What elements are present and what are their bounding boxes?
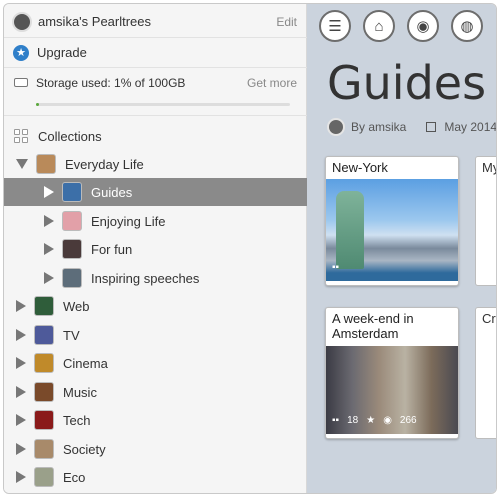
tree-item-society[interactable]: Society xyxy=(4,435,307,463)
collections-header[interactable]: Collections xyxy=(4,122,307,150)
tree-item-eco[interactable]: Eco xyxy=(4,463,307,491)
card-footer-icons: ▪▪ 18 ★ ◉ 266 xyxy=(332,415,417,426)
tree-item-web[interactable]: Web xyxy=(4,292,307,320)
tree-item-guides[interactable]: Guides xyxy=(4,178,307,206)
top-nav: ☰ ⌂ ◉ ◍ xyxy=(319,10,483,42)
thumbnail xyxy=(62,268,82,288)
tree-item-label: Cinema xyxy=(63,355,108,371)
pearl-grid-icon: ▪▪ xyxy=(332,415,340,426)
edit-button[interactable]: Edit xyxy=(276,15,297,29)
tree-item-label: Enjoying Life xyxy=(91,213,166,229)
chevron-right-icon[interactable] xyxy=(16,329,26,341)
byline: By amsika May 2014 xyxy=(327,118,497,136)
chevron-right-icon[interactable] xyxy=(44,215,54,227)
tree-item-for-fun[interactable]: For fun xyxy=(4,235,307,263)
tree-item-enjoying-life[interactable]: Enjoying Life xyxy=(4,207,307,235)
thumbnail xyxy=(34,325,54,345)
thumbnail xyxy=(34,410,54,430)
chevron-right-icon[interactable] xyxy=(16,357,26,369)
pearl-grid-icon: ▪▪ xyxy=(332,262,340,273)
thumbnail xyxy=(62,239,82,259)
avatar xyxy=(12,11,32,32)
card-title: New-York xyxy=(332,160,388,175)
tree-item-everyday-life[interactable]: Everyday Life xyxy=(4,150,307,178)
tree-item-label: For fun xyxy=(91,241,133,257)
storage-label: Storage used: 1% of 100GB xyxy=(36,76,186,90)
tree-item-label: Tech xyxy=(63,412,91,428)
statue-of-liberty-image xyxy=(336,191,364,269)
thumbnail xyxy=(34,467,54,487)
view-count: 266 xyxy=(399,415,417,426)
account-header[interactable]: amsika's Pearltrees Edit xyxy=(4,6,307,38)
collections-grid-icon xyxy=(14,129,28,143)
tree-item-label: Music xyxy=(63,384,97,400)
thumbnail xyxy=(34,353,54,373)
thumbnail xyxy=(62,182,82,202)
chevron-right-icon[interactable] xyxy=(44,272,54,284)
tree-item-label: TV xyxy=(63,327,80,343)
tree-item-cinema[interactable]: Cinema xyxy=(4,349,307,377)
tree-item-label: Everyday Life xyxy=(65,156,144,172)
chevron-right-icon[interactable] xyxy=(44,186,54,198)
card-title: Cr xyxy=(482,311,496,326)
pearl-count: 18 xyxy=(347,415,359,426)
chevron-right-icon[interactable] xyxy=(44,243,54,255)
chevron-down-icon[interactable] xyxy=(16,159,28,169)
chevron-right-icon[interactable] xyxy=(16,414,26,426)
get-more-link[interactable]: Get more xyxy=(247,76,297,90)
author-label[interactable]: By amsika xyxy=(351,120,406,134)
card-title: My xyxy=(482,160,496,175)
app-frame: amsika's Pearltrees Edit ★ Upgrade Stora… xyxy=(3,3,497,494)
tree-item-label: Guides xyxy=(91,184,133,200)
thumbnail xyxy=(34,382,54,402)
thumbnail xyxy=(36,154,56,174)
card-partial[interactable]: My xyxy=(475,156,496,286)
sidebar: amsika's Pearltrees Edit ★ Upgrade Stora… xyxy=(4,4,307,493)
upgrade-label: Upgrade xyxy=(37,45,87,60)
tree-item-label: Eco xyxy=(63,469,86,485)
calendar-icon xyxy=(426,122,437,132)
date-label: May 2014 xyxy=(444,120,497,134)
thumbnail xyxy=(62,211,82,231)
collections-label: Collections xyxy=(38,128,102,144)
card-new-york[interactable]: New-York ▪▪ xyxy=(325,156,459,286)
author-avatar xyxy=(327,118,345,136)
star-icon: ★ xyxy=(366,415,376,426)
tree-item-tv[interactable]: TV xyxy=(4,321,307,349)
thumbnail xyxy=(34,439,54,459)
tree-item-tech[interactable]: Tech xyxy=(4,406,307,434)
chevron-right-icon[interactable] xyxy=(16,300,26,312)
globe-icon[interactable]: ◍ xyxy=(451,10,483,42)
main-panel: ☰ ⌂ ◉ ◍ Guides By amsika May 2014 New-Yo… xyxy=(307,4,497,493)
home-icon[interactable]: ⌂ xyxy=(363,10,395,42)
broadcast-icon[interactable]: ◉ xyxy=(407,10,439,42)
storage-icon xyxy=(14,78,28,87)
storage-progress-bar xyxy=(36,103,290,106)
tree-item-label: Society xyxy=(63,441,106,457)
menu-icon[interactable]: ☰ xyxy=(319,10,351,42)
card-footer-icons: ▪▪ xyxy=(332,262,339,273)
star-icon: ★ xyxy=(13,44,29,61)
tree-item-music[interactable]: Music xyxy=(4,378,307,406)
account-title: amsika's Pearltrees xyxy=(38,14,152,29)
tree-item-inspiring-speeches[interactable]: Inspiring speeches xyxy=(4,264,307,292)
chevron-right-icon[interactable] xyxy=(16,471,26,483)
thumbnail xyxy=(34,296,54,316)
storage-progress-fill xyxy=(36,103,39,106)
card-image: ▪▪ xyxy=(326,179,458,281)
chevron-right-icon[interactable] xyxy=(16,443,26,455)
upgrade-item[interactable]: ★ Upgrade xyxy=(4,38,307,68)
card-partial[interactable]: Cr xyxy=(475,307,496,439)
chevron-right-icon[interactable] xyxy=(16,386,26,398)
eye-icon: ◉ xyxy=(383,415,392,426)
storage-panel: Storage used: 1% of 100GB Get more xyxy=(4,68,307,116)
card-image: ▪▪ 18 ★ ◉ 266 xyxy=(326,346,458,434)
tree-item-label: Web xyxy=(63,298,90,314)
card-amsterdam[interactable]: A week-end in Amsterdam ▪▪ 18 ★ ◉ 266 xyxy=(325,307,459,439)
tree-item-label: Inspiring speeches xyxy=(91,270,200,286)
page-title: Guides xyxy=(327,56,487,110)
card-title: A week-end in Amsterdam xyxy=(332,311,414,341)
